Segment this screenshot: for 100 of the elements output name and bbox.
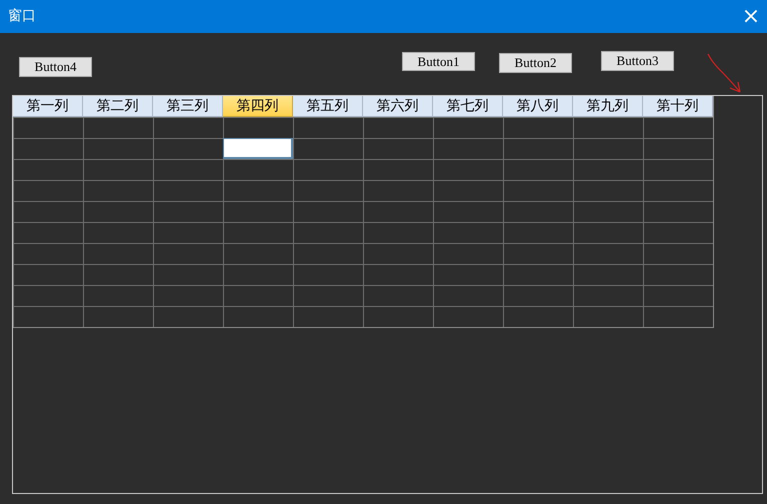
table-cell[interactable] (153, 285, 223, 306)
table-cell[interactable] (83, 222, 153, 243)
table-cell[interactable] (503, 222, 573, 243)
column-header[interactable]: 第四列 (223, 96, 293, 117)
table-cell[interactable] (293, 243, 363, 264)
table-cell[interactable] (153, 306, 223, 327)
table-cell[interactable] (573, 306, 643, 327)
table-cell[interactable] (363, 159, 433, 180)
table-cell[interactable] (223, 285, 293, 306)
column-header[interactable]: 第六列 (363, 96, 433, 117)
table-cell[interactable] (363, 264, 433, 285)
table-cell[interactable] (293, 201, 363, 222)
table-cell[interactable] (13, 306, 83, 327)
table-cell[interactable] (83, 138, 153, 159)
table-cell[interactable] (223, 306, 293, 327)
table-cell[interactable] (83, 264, 153, 285)
table-cell[interactable] (433, 306, 503, 327)
close-button[interactable]: × (739, 4, 763, 28)
table-cell[interactable] (503, 117, 573, 138)
column-header[interactable]: 第五列 (293, 96, 363, 117)
table-cell[interactable] (643, 222, 713, 243)
table-cell[interactable] (223, 222, 293, 243)
table-cell[interactable] (433, 117, 503, 138)
table-cell[interactable] (363, 306, 433, 327)
table-cell[interactable] (433, 159, 503, 180)
table-cell[interactable] (573, 285, 643, 306)
table-cell[interactable] (293, 159, 363, 180)
table-cell[interactable] (573, 201, 643, 222)
table-cell[interactable] (153, 117, 223, 138)
table-cell[interactable] (83, 117, 153, 138)
table-cell[interactable] (643, 285, 713, 306)
table-cell[interactable] (503, 264, 573, 285)
table-cell[interactable] (503, 306, 573, 327)
table-cell[interactable] (83, 285, 153, 306)
table-cell[interactable] (363, 117, 433, 138)
table-cell[interactable] (503, 243, 573, 264)
column-header[interactable]: 第三列 (153, 96, 223, 117)
action-button[interactable]: Button1 (402, 52, 475, 71)
table-cell[interactable] (293, 222, 363, 243)
table-cell[interactable] (13, 138, 83, 159)
table-cell[interactable] (13, 222, 83, 243)
action-button[interactable]: Button3 (601, 51, 674, 71)
table-cell[interactable] (223, 201, 293, 222)
table-cell[interactable] (83, 201, 153, 222)
column-header[interactable]: 第九列 (573, 96, 643, 117)
table-cell[interactable] (573, 264, 643, 285)
action-button[interactable]: Button4 (19, 57, 92, 77)
table-cell[interactable] (153, 159, 223, 180)
table-cell[interactable] (223, 264, 293, 285)
table-cell[interactable] (643, 117, 713, 138)
table-cell[interactable] (363, 285, 433, 306)
table-cell[interactable] (13, 285, 83, 306)
table-cell[interactable] (643, 306, 713, 327)
table-cell[interactable] (223, 243, 293, 264)
cell-editor[interactable] (223, 138, 293, 159)
table-cell[interactable] (13, 180, 83, 201)
table-cell[interactable] (13, 201, 83, 222)
table-cell[interactable] (573, 243, 643, 264)
table-cell[interactable] (153, 180, 223, 201)
table-cell[interactable] (433, 138, 503, 159)
table-cell[interactable] (153, 264, 223, 285)
column-header[interactable]: 第七列 (433, 96, 503, 117)
table-cell[interactable] (223, 159, 293, 180)
table-cell[interactable] (573, 180, 643, 201)
table-cell[interactable] (573, 138, 643, 159)
table-cell[interactable] (433, 285, 503, 306)
table-cell[interactable] (293, 264, 363, 285)
table-cell[interactable] (83, 243, 153, 264)
table-cell[interactable] (503, 285, 573, 306)
table-cell[interactable] (433, 243, 503, 264)
table-cell[interactable] (293, 138, 363, 159)
table-cell[interactable] (433, 222, 503, 243)
table-cell[interactable] (293, 285, 363, 306)
column-header[interactable]: 第八列 (503, 96, 573, 117)
table-cell[interactable] (433, 180, 503, 201)
table-cell[interactable] (13, 117, 83, 138)
table-cell[interactable] (363, 180, 433, 201)
table-cell[interactable] (643, 138, 713, 159)
table-cell[interactable] (363, 222, 433, 243)
table-cell[interactable] (13, 243, 83, 264)
table-cell[interactable] (643, 159, 713, 180)
table-cell[interactable] (573, 117, 643, 138)
table-cell[interactable] (503, 201, 573, 222)
table-cell[interactable] (83, 159, 153, 180)
table-cell[interactable] (643, 180, 713, 201)
table-cell[interactable] (363, 243, 433, 264)
table-cell[interactable] (153, 201, 223, 222)
table-cell[interactable] (363, 201, 433, 222)
table-cell[interactable] (83, 306, 153, 327)
table-cell[interactable] (293, 306, 363, 327)
table-cell[interactable] (643, 201, 713, 222)
table-cell[interactable] (153, 222, 223, 243)
table-cell[interactable] (433, 201, 503, 222)
table-cell[interactable] (643, 243, 713, 264)
table-cell[interactable] (503, 138, 573, 159)
table-cell[interactable] (573, 222, 643, 243)
action-button[interactable]: Button2 (499, 53, 572, 73)
table-cell[interactable] (503, 180, 573, 201)
table-cell[interactable] (363, 138, 433, 159)
column-header[interactable]: 第一列 (13, 96, 83, 117)
